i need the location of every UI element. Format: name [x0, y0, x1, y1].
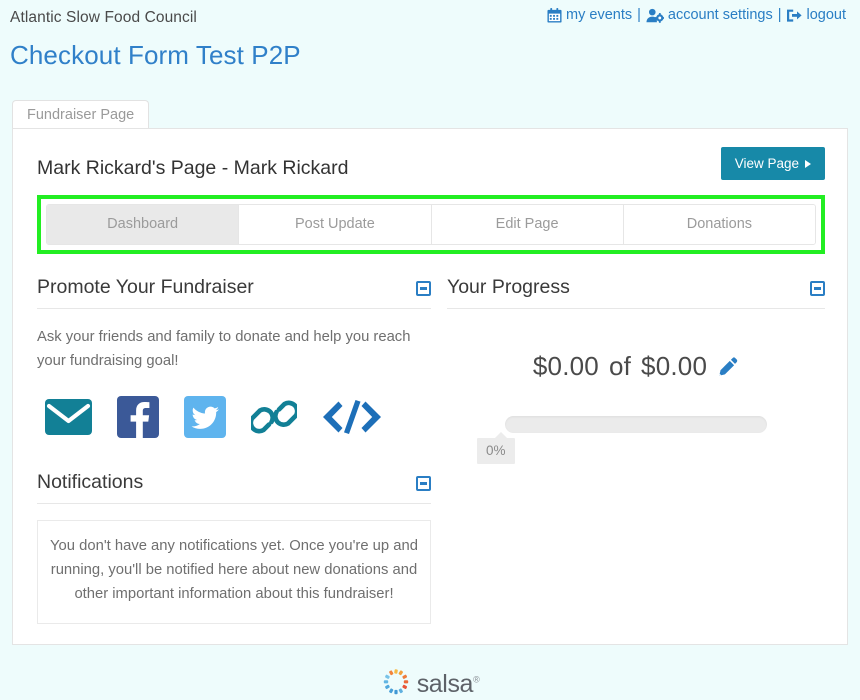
dashboard-body: Promote Your Fundraiser Ask your friends… — [37, 276, 825, 624]
facebook-icon[interactable] — [117, 395, 159, 443]
amount-goal: $0.00 — [641, 351, 708, 381]
amount-raised: $0.00 — [532, 351, 599, 381]
promote-section: Promote Your Fundraiser Ask your friends… — [37, 276, 431, 443]
salsa-brand-text: salsa — [416, 669, 474, 698]
chevron-right-icon — [805, 159, 811, 168]
notifications-title: Notifications — [37, 470, 144, 493]
nav-tab-dashboard-label: Dashboard — [107, 216, 179, 232]
share-icons-row — [37, 395, 431, 443]
pencil-icon[interactable] — [717, 356, 739, 378]
nav-tabs: Dashboard Post Update Edit Page Donation… — [46, 204, 816, 245]
progress-percent-badge: 0% — [477, 432, 515, 464]
twitter-icon[interactable] — [184, 395, 226, 443]
promote-section-header: Promote Your Fundraiser — [37, 276, 431, 309]
main-card: Mark Rickard's Page - Mark Rickard View … — [12, 128, 848, 645]
header-separator-2: | — [777, 7, 782, 23]
card-wrapper: Fundraiser Page Mark Rickard's Page - Ma… — [0, 100, 860, 645]
notifications-section-header: Notifications — [37, 471, 431, 504]
salsa-logo-mark — [381, 667, 411, 700]
progress-amounts: $0.00 of $0.00 — [447, 351, 825, 382]
card-header: Mark Rickard's Page - Mark Rickard View … — [37, 147, 825, 191]
copy-link-icon[interactable] — [248, 397, 300, 442]
footer: salsa® — [0, 667, 860, 700]
logout-label: logout — [806, 7, 846, 23]
right-column: Your Progress $0.00 of $0.00 0% — [447, 276, 825, 624]
progress-bar-wrapper: 0% — [477, 416, 767, 464]
nav-tab-donations-label: Donations — [686, 216, 753, 232]
nav-tab-edit-page[interactable]: Edit Page — [431, 205, 624, 244]
my-events-label: my events — [566, 7, 633, 23]
progress-section: Your Progress $0.00 of $0.00 0% — [447, 276, 825, 464]
salsa-trademark: ® — [473, 674, 480, 685]
header-links: my events | account settings | logout — [547, 7, 846, 23]
collapse-progress-icon[interactable] — [810, 281, 825, 296]
nav-tab-donations[interactable]: Donations — [623, 205, 815, 244]
amount-of-word: of — [608, 351, 632, 381]
nav-tab-edit-page-label: Edit Page — [495, 216, 559, 232]
page-title: Checkout Form Test P2P — [10, 40, 301, 70]
sign-out-icon — [786, 8, 803, 23]
view-page-label: View Page — [734, 156, 799, 171]
nav-tabs-highlight: Dashboard Post Update Edit Page Donation… — [37, 195, 825, 254]
notifications-section: Notifications You don't have any notific… — [37, 471, 431, 624]
salsa-wordmark: salsa® — [417, 670, 480, 699]
left-column: Promote Your Fundraiser Ask your friends… — [37, 276, 431, 624]
tab-fundraiser-page[interactable]: Fundraiser Page — [12, 100, 150, 130]
nav-tab-post-update-label: Post Update — [294, 216, 375, 232]
view-page-button[interactable]: View Page — [720, 147, 825, 180]
promote-body-text: Ask your friends and family to donate an… — [37, 329, 411, 369]
account-settings-label: account settings — [667, 7, 773, 23]
account-settings-link[interactable]: account settings — [646, 7, 773, 23]
notifications-empty-message: You don't have any notifications yet. On… — [37, 519, 431, 624]
header-separator-1: | — [637, 7, 641, 23]
fundraiser-heading: Mark Rickard's Page - Mark Rickard — [37, 157, 349, 179]
nav-tab-post-update[interactable]: Post Update — [239, 205, 432, 244]
calendar-icon — [547, 7, 562, 23]
nav-tab-dashboard[interactable]: Dashboard — [47, 205, 240, 244]
my-events-link[interactable]: my events — [547, 7, 632, 23]
collapse-notifications-icon[interactable] — [416, 475, 431, 491]
collapse-promote-icon[interactable] — [416, 281, 431, 296]
promote-title: Promote Your Fundraiser — [37, 276, 254, 298]
tab-fundraiser-page-label: Fundraiser Page — [27, 107, 135, 123]
embed-code-icon[interactable] — [322, 398, 382, 441]
page-header: Atlantic Slow Food Council Checkout Form… — [0, 0, 860, 100]
email-icon[interactable] — [45, 398, 92, 440]
user-gear-icon — [646, 8, 664, 23]
page-tab-strip: Fundraiser Page — [12, 100, 848, 130]
logout-link[interactable]: logout — [786, 7, 846, 23]
progress-bar — [505, 416, 767, 433]
progress-title: Your Progress — [447, 276, 570, 298]
progress-section-header: Your Progress — [447, 276, 825, 309]
